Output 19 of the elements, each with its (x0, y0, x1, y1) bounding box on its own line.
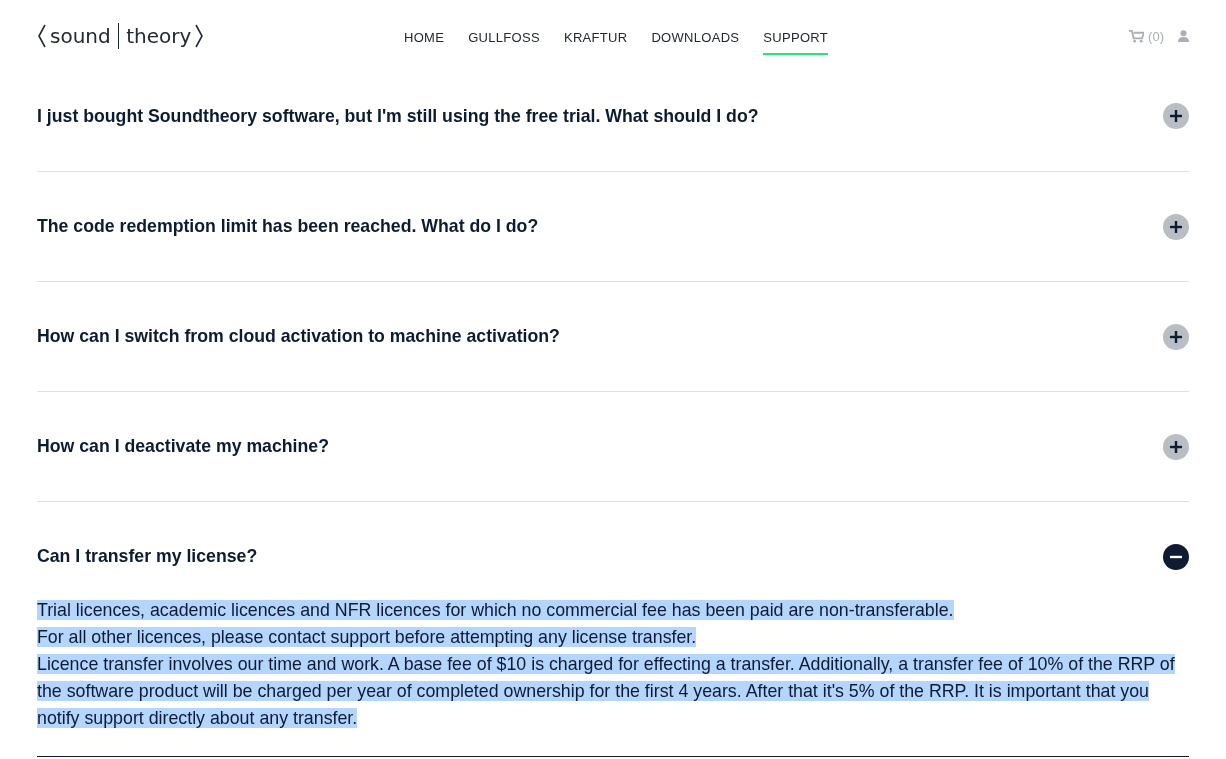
logo-link[interactable]: sound theory (37, 23, 237, 49)
nav-link[interactable]: HOME (403, 25, 445, 55)
collapse-icon[interactable] (1163, 543, 1189, 570)
faq-question[interactable]: How can I switch from cloud activation to machine activation? (37, 326, 560, 347)
expand-icon[interactable] (1163, 323, 1189, 350)
nav-link[interactable]: KRAFTUR (563, 25, 628, 55)
left-bracket-icon (37, 24, 47, 48)
expand-icon[interactable] (1163, 213, 1189, 240)
expand-icon[interactable] (1163, 103, 1189, 129)
right-bracket-icon (194, 24, 205, 48)
faq-question[interactable]: Can I transfer my license? (37, 546, 258, 567)
nav-link[interactable]: GULLFOSS (468, 25, 540, 55)
faq-question[interactable]: I just bought Soundtheory software, but I'm still using the free trial. What should I do? (37, 105, 759, 127)
faq-question[interactable]: The code redemption limit has been reached. What do I do? (37, 216, 539, 237)
expand-icon[interactable] (1163, 433, 1189, 460)
faq-question[interactable]: How can I deactivate my machine? (37, 436, 329, 457)
nav-link[interactable]: DOWNLOADS (651, 25, 740, 55)
nav-link[interactable]: SUPPORT (763, 25, 829, 55)
faq-answer: Trial licences, academic licences and NFR licences for which no commercial fee has been paid are non-transferable. For all other licences, please contact support before attempting any license transfer. Licence transfer involves our time and work. A base fee of $10 is charged for effecting a transfer. Additionally, a transfer fee of 10% of the RRP of the software product will be charged per year of completed ownership for the first 4 years. After that it's 5% of the RRP. It is important that you notify support directly about any transfer. (37, 599, 1176, 730)
